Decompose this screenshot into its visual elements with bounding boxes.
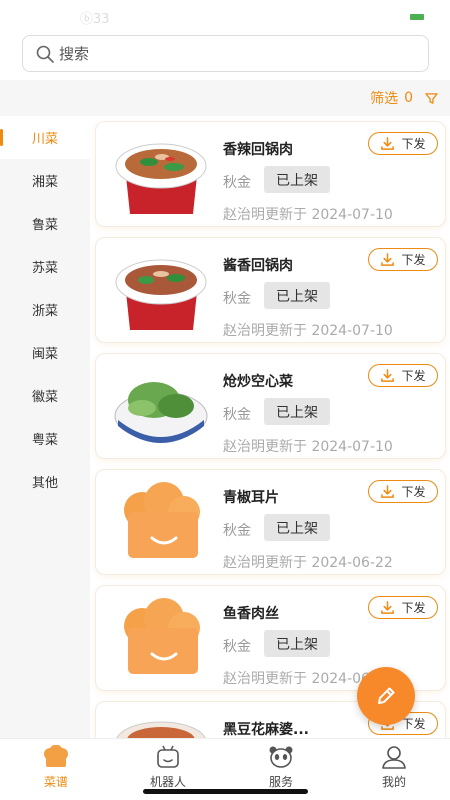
- status-badge: 已上架: [264, 514, 330, 541]
- download-icon: [381, 485, 395, 498]
- tab-service[interactable]: 服务: [225, 745, 337, 790]
- recipe-author: 秋金: [223, 175, 251, 191]
- sidebar-item-label: 其他: [31, 476, 58, 491]
- sidebar-item-cantonese[interactable]: 粤菜: [0, 417, 90, 460]
- sidebar-item-sichuan[interactable]: 川菜: [0, 116, 90, 159]
- search-placeholder: 搜索: [59, 45, 90, 63]
- chef-hat-placeholder-icon: [124, 482, 200, 558]
- dispatch-button[interactable]: 下发: [368, 480, 438, 503]
- sidebar-item-label: 浙菜: [31, 304, 58, 319]
- recipe-author: 秋金: [223, 291, 251, 307]
- sidebar-item-fujian[interactable]: 闽菜: [0, 331, 90, 374]
- edit-fab-button[interactable]: [357, 667, 415, 725]
- tab-label: 机器人: [149, 775, 186, 789]
- status-badge: 已上架: [264, 630, 330, 657]
- dish-photo-image: [114, 382, 208, 443]
- download-icon: [381, 253, 395, 266]
- recipe-author: 秋金: [223, 523, 251, 539]
- sidebar-item-jiangsu[interactable]: 苏菜: [0, 245, 90, 288]
- dish-photo-image: [116, 721, 206, 738]
- dispatch-button[interactable]: 下发: [368, 596, 438, 619]
- recipe-author: 秋金: [223, 639, 251, 655]
- recipe-name: 青椒耳片: [223, 490, 279, 506]
- sidebar-item-hunan[interactable]: 湘菜: [0, 159, 90, 202]
- status-badge: 已上架: [264, 398, 330, 425]
- status-badge: 已上架: [264, 166, 330, 193]
- filter-funnel-icon: [425, 92, 438, 104]
- sidebar-item-label: 闽菜: [31, 347, 58, 362]
- status-bar-time: ⓑ33: [80, 12, 110, 27]
- recipe-author: 秋金: [223, 407, 251, 423]
- tab-label: 我的: [381, 775, 406, 789]
- home-indicator: [143, 789, 308, 794]
- recipe-update-info: 赵治明更新于 2024-06-22: [223, 555, 393, 571]
- dispatch-button-label: 下发: [401, 369, 426, 383]
- sidebar-item-label: 鲁菜: [31, 218, 58, 233]
- search-bar: 搜索: [0, 30, 450, 80]
- download-icon: [381, 137, 395, 150]
- sidebar-item-label: 川菜: [31, 132, 58, 147]
- tab-recipes[interactable]: 菜谱: [0, 745, 112, 790]
- tab-robot[interactable]: 机器人: [112, 745, 224, 790]
- filter-button[interactable]: 筛选 0: [370, 88, 438, 108]
- status-bar: ⓑ33: [0, 0, 450, 30]
- dispatch-button[interactable]: 下发: [368, 248, 438, 271]
- chef-hat-placeholder-icon: [124, 598, 200, 674]
- recipe-name: 黑豆花麻婆...: [223, 722, 309, 738]
- sidebar-item-label: 湘菜: [31, 175, 58, 190]
- sidebar-item-other[interactable]: 其他: [0, 460, 90, 503]
- recipe-name: 炝炒空心菜: [223, 374, 293, 390]
- search-input[interactable]: 搜索: [22, 35, 429, 72]
- robot-icon: [157, 745, 179, 768]
- tab-label: 菜谱: [43, 775, 68, 789]
- sidebar-item-label: 苏菜: [31, 261, 58, 276]
- sidebar-item-label: 徽菜: [31, 390, 58, 405]
- download-icon: [381, 601, 395, 614]
- dish-photo-image: [115, 143, 207, 214]
- sidebar-item-zhejiang[interactable]: 浙菜: [0, 288, 90, 331]
- search-icon: [36, 45, 54, 63]
- recipe-name: 鱼香肉丝: [223, 606, 279, 622]
- user-icon: [382, 746, 406, 769]
- filter-count: 0: [404, 90, 413, 106]
- dispatch-button[interactable]: 下发: [368, 364, 438, 387]
- filter-label: 筛选: [370, 91, 399, 107]
- sidebar-item-anhui[interactable]: 徽菜: [0, 374, 90, 417]
- tab-mine[interactable]: 我的: [338, 745, 450, 790]
- category-sidebar: 川菜 湘菜 鲁菜 苏菜 浙菜 闽菜 徽菜 粤菜 其他: [0, 116, 90, 502]
- recipe-card[interactable]: 炝炒空心菜 秋金 已上架 赵治明更新于 2024-07-10 下发: [95, 353, 446, 459]
- battery-icon: [410, 14, 424, 20]
- dispatch-button-label: 下发: [401, 485, 426, 499]
- dispatch-button-label: 下发: [401, 253, 426, 267]
- status-badge: 已上架: [264, 282, 330, 309]
- pencil-icon: [378, 687, 395, 704]
- recipe-card[interactable]: 香辣回锅肉 秋金 已上架 赵治明更新于 2024-07-10 下发: [95, 121, 446, 227]
- recipe-list: 香辣回锅肉 秋金 已上架 赵治明更新于 2024-07-10 下发 酱香回锅肉 …: [90, 116, 450, 738]
- panda-icon: [269, 746, 293, 768]
- dish-photo-image: [115, 259, 207, 330]
- dispatch-button-label: 下发: [401, 601, 426, 615]
- recipe-update-info: 赵治明更新于 2024-07-10: [223, 207, 393, 223]
- dispatch-button-label: 下发: [401, 137, 426, 151]
- chef-hat-icon: [44, 745, 68, 767]
- dispatch-button[interactable]: 下发: [368, 132, 438, 155]
- tab-label: 服务: [268, 775, 293, 789]
- download-icon: [381, 369, 395, 382]
- recipe-update-info: 赵治明更新于 2024-07-10: [223, 439, 393, 455]
- recipe-name: 酱香回锅肉: [223, 258, 293, 274]
- filter-bar: 筛选 0: [0, 80, 450, 116]
- recipe-name: 香辣回锅肉: [223, 142, 293, 158]
- recipe-card[interactable]: 酱香回锅肉 秋金 已上架 赵治明更新于 2024-07-10 下发: [95, 237, 446, 343]
- sidebar-item-shandong[interactable]: 鲁菜: [0, 202, 90, 245]
- recipe-card[interactable]: 青椒耳片 秋金 已上架 赵治明更新于 2024-06-22 下发: [95, 469, 446, 575]
- sidebar-item-label: 粤菜: [31, 433, 58, 448]
- recipe-update-info: 赵治明更新于 2024-07-10: [223, 323, 393, 339]
